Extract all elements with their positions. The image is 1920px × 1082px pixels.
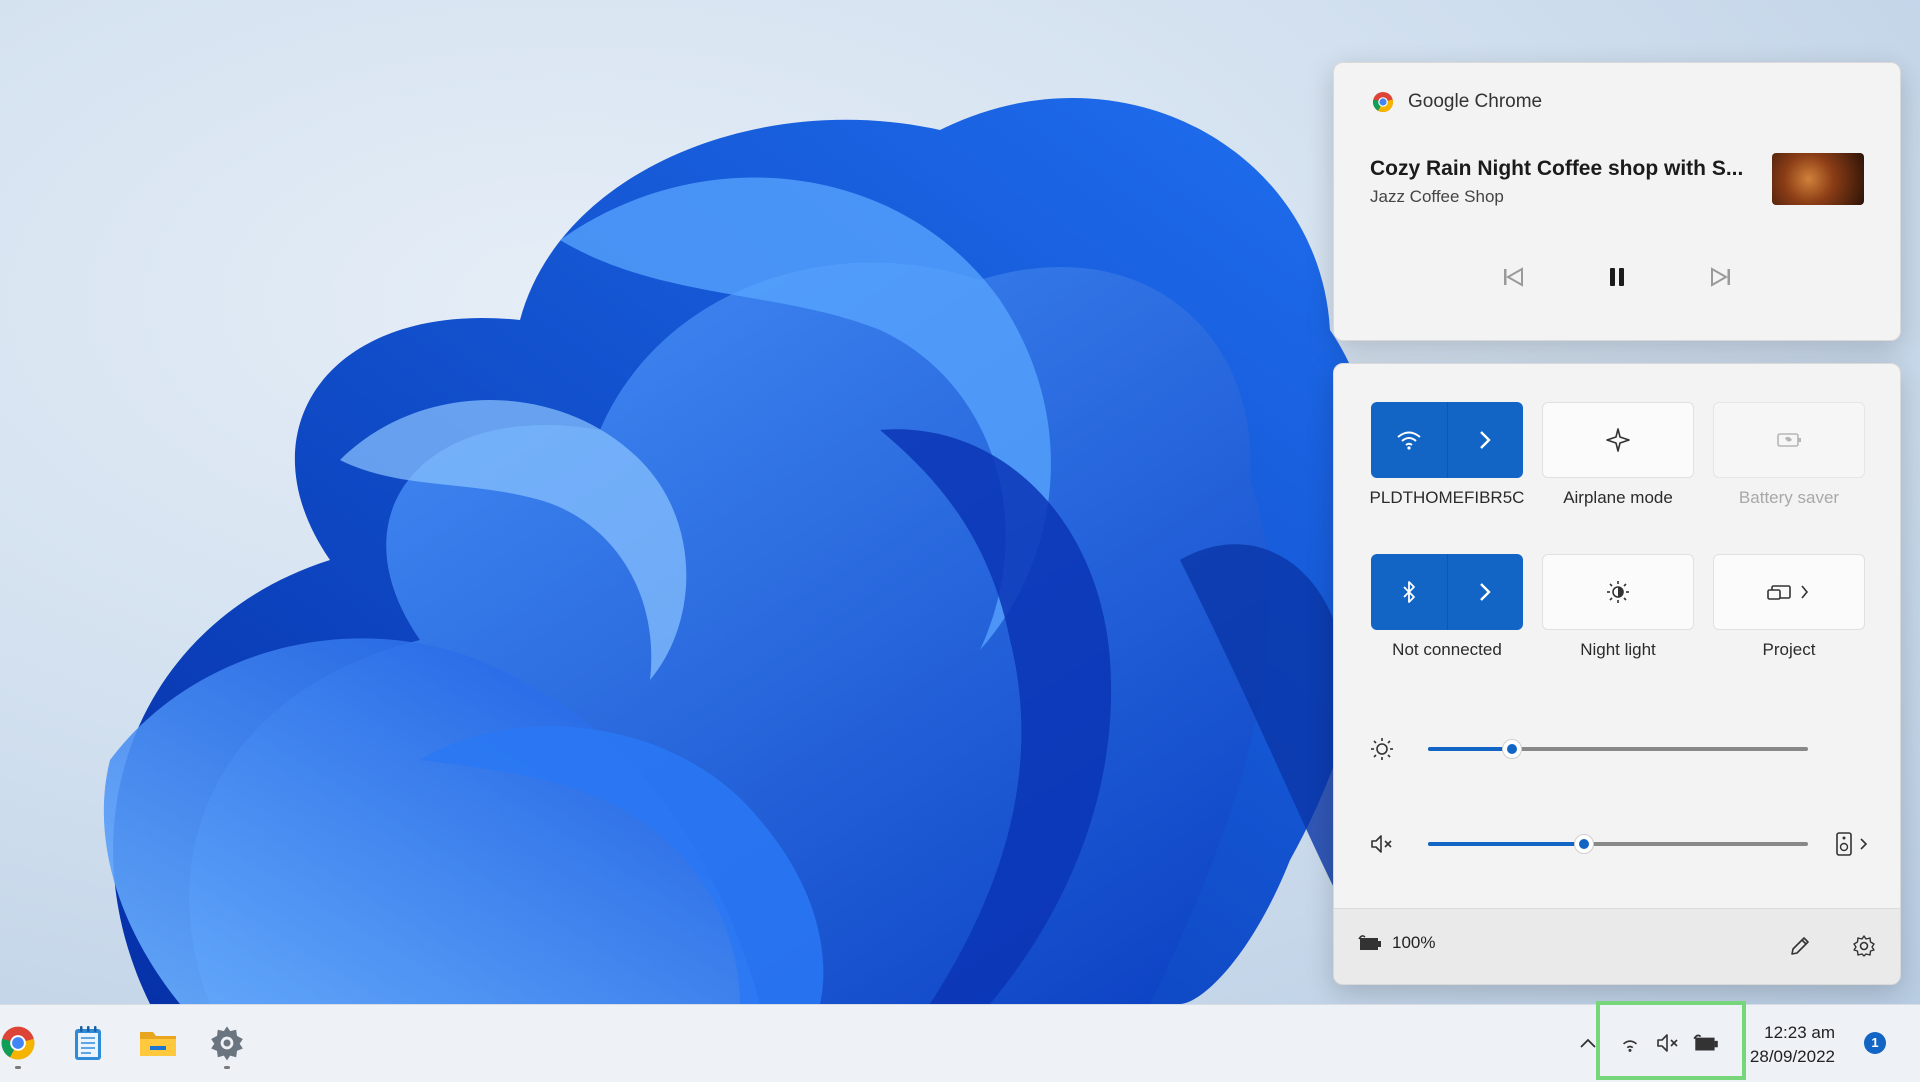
wifi-icon xyxy=(1622,1040,1638,1052)
clock-date: 28/09/2022 xyxy=(1749,1047,1835,1066)
media-source: Google Chrome xyxy=(1372,91,1542,113)
tray-battery-button[interactable] xyxy=(1688,1025,1724,1061)
taskbar-settings[interactable] xyxy=(205,1021,249,1069)
night-light-tile[interactable] xyxy=(1542,554,1694,630)
settings-icon xyxy=(1853,935,1875,957)
speaker-device-icon xyxy=(1836,832,1868,856)
media-thumbnail xyxy=(1772,153,1864,205)
all-settings-button[interactable] xyxy=(1846,928,1882,964)
audio-output-button[interactable] xyxy=(1828,826,1878,862)
battery-saver-icon xyxy=(1777,433,1801,447)
media-artist: Jazz Coffee Shop xyxy=(1370,187,1504,206)
edit-quick-settings-button[interactable] xyxy=(1782,928,1818,964)
chevron-right-icon xyxy=(1480,431,1491,449)
brightness-fill xyxy=(1428,747,1512,751)
chrome-icon xyxy=(1,1026,35,1060)
wifi-toggle[interactable] xyxy=(1371,402,1447,478)
media-title: Cozy Rain Night Coffee shop with S... xyxy=(1370,157,1744,180)
running-indicator xyxy=(15,1066,21,1069)
battery-percentage: 100% xyxy=(1392,933,1436,952)
media-flyout: Google Chrome Cozy Rain Night Coffee sho… xyxy=(1333,62,1901,341)
notification-badge[interactable]: 1 xyxy=(1864,1032,1886,1054)
airplane-mode-tile[interactable] xyxy=(1542,402,1694,478)
clock[interactable]: 12:23 am 28/09/2022 xyxy=(1745,1021,1835,1069)
pause-icon xyxy=(1610,268,1624,286)
brightness-slider-thumb[interactable] xyxy=(1501,739,1522,759)
night-light-label: Night light xyxy=(1580,640,1656,659)
previous-track-button[interactable] xyxy=(1495,259,1531,295)
speaker-muted-icon xyxy=(1657,1034,1678,1052)
battery-status[interactable]: 100% xyxy=(1356,933,1435,953)
wifi-tile-label: PLDTHOMEFIBR5C xyxy=(1369,488,1525,507)
bluetooth-expand[interactable] xyxy=(1446,554,1524,630)
wifi-tile[interactable] xyxy=(1371,402,1523,478)
taskbar-notepad[interactable] xyxy=(66,1021,110,1065)
media-app-name: Google Chrome xyxy=(1408,91,1543,112)
settings-gear-icon xyxy=(211,1026,243,1061)
quick-settings-footer: 100% xyxy=(1334,908,1900,984)
volume-slider[interactable] xyxy=(1428,834,1808,854)
brightness-slider[interactable] xyxy=(1428,739,1808,759)
brightness-slider-row xyxy=(1334,729,1900,769)
taskbar-file-explorer[interactable] xyxy=(136,1021,180,1065)
battery-saver-tile[interactable] xyxy=(1713,402,1865,478)
bluetooth-tile-label: Not connected xyxy=(1392,640,1502,659)
battery-icon xyxy=(1358,935,1381,950)
volume-slider-thumb[interactable] xyxy=(1573,834,1594,854)
taskbar-chrome[interactable] xyxy=(0,1021,40,1069)
bluetooth-toggle[interactable] xyxy=(1371,554,1447,630)
next-track-icon xyxy=(1711,267,1730,287)
tray-network-button[interactable] xyxy=(1612,1025,1648,1061)
chevron-up-icon xyxy=(1580,1038,1596,1048)
battery-icon xyxy=(1693,1034,1718,1051)
chrome-icon xyxy=(1372,92,1394,113)
file-explorer-icon xyxy=(140,1032,176,1056)
project-tile[interactable] xyxy=(1713,554,1865,630)
tray-volume-button[interactable] xyxy=(1650,1025,1686,1061)
previous-track-icon xyxy=(1504,267,1523,287)
airplane-icon xyxy=(1606,428,1630,452)
pause-button[interactable] xyxy=(1599,259,1635,295)
speaker-muted-icon[interactable] xyxy=(1368,832,1396,856)
quick-settings-panel: PLDTHOMEFIBR5C Airplane mode Battery sav… xyxy=(1333,363,1901,985)
airplane-mode-label: Airplane mode xyxy=(1563,488,1673,507)
bluetooth-tile[interactable] xyxy=(1371,554,1523,630)
clock-time: 12:23 am xyxy=(1764,1023,1835,1042)
bluetooth-icon xyxy=(1403,581,1415,603)
notepad-icon xyxy=(75,1026,101,1060)
volume-slider-row xyxy=(1334,824,1900,864)
battery-saver-label: Battery saver xyxy=(1738,488,1840,507)
night-light-icon xyxy=(1607,581,1629,603)
running-indicator xyxy=(224,1066,230,1069)
project-icon xyxy=(1767,585,1809,600)
project-label: Project xyxy=(1762,640,1816,659)
edit-icon xyxy=(1791,937,1809,955)
wifi-expand[interactable] xyxy=(1446,402,1524,478)
wifi-icon xyxy=(1397,431,1421,450)
volume-fill xyxy=(1428,842,1584,846)
next-track-button[interactable] xyxy=(1703,259,1739,295)
brightness-icon xyxy=(1371,738,1393,760)
chevron-right-icon xyxy=(1480,583,1491,601)
taskbar: 12:23 am 28/09/2022 1 xyxy=(0,1001,1920,1082)
